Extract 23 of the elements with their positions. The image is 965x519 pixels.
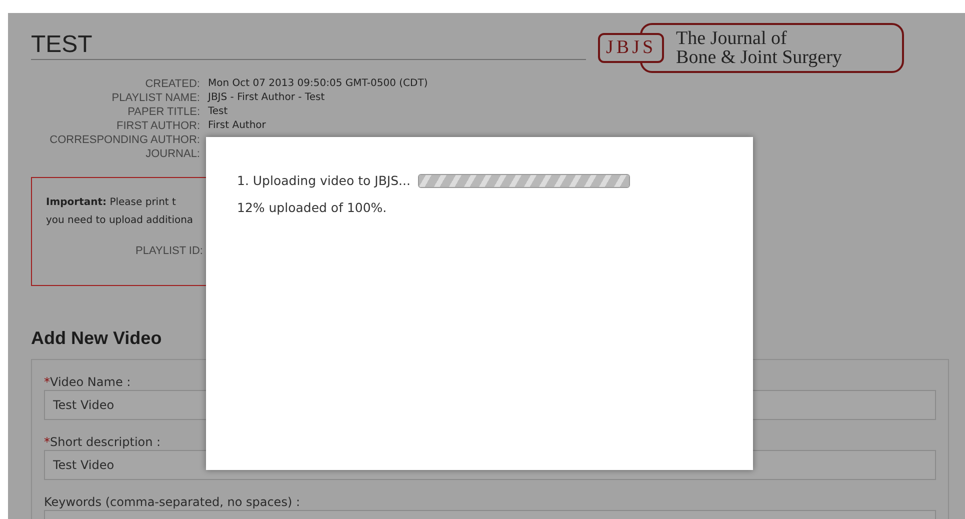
detail-value: First Author bbox=[208, 119, 266, 133]
page-title: TEST bbox=[31, 31, 94, 59]
detail-label: FIRST AUTHOR: bbox=[115, 119, 200, 133]
field-label: Short description : bbox=[50, 434, 161, 450]
detail-label: CREATED: bbox=[144, 77, 200, 91]
detail-value: Test bbox=[208, 105, 228, 119]
detail-value: Mon Oct 07 2013 09:50:05 GMT-0500 (CDT) bbox=[208, 77, 428, 91]
required-mark: * bbox=[44, 374, 50, 390]
detail-value: JBJS - First Author - Test bbox=[208, 91, 325, 105]
detail-label: CORRESPONDING AUTHOR: bbox=[48, 133, 200, 147]
upload-step: 1. Uploading video to JBJS... bbox=[237, 173, 410, 188]
journal-logo: JBJS The Journal of Bone & Joint Surgery bbox=[598, 23, 904, 73]
upload-status: 12% uploaded of 100%. bbox=[237, 200, 388, 215]
notice-text: you need to upload additiona bbox=[46, 214, 194, 228]
field-label: Keywords (comma-separated, no spaces) : bbox=[44, 494, 300, 510]
section-title: Add New Video bbox=[31, 328, 163, 349]
detail-label: PLAYLIST ID: bbox=[136, 245, 203, 257]
required-mark: * bbox=[44, 434, 50, 450]
detail-label: PAPER TITLE: bbox=[126, 105, 200, 119]
detail-label: PLAYLIST NAME: bbox=[110, 91, 200, 105]
notice-text: Important: Please print t bbox=[46, 196, 176, 210]
field-label: Video Name : bbox=[50, 374, 131, 390]
detail-label: JOURNAL: bbox=[144, 147, 200, 161]
